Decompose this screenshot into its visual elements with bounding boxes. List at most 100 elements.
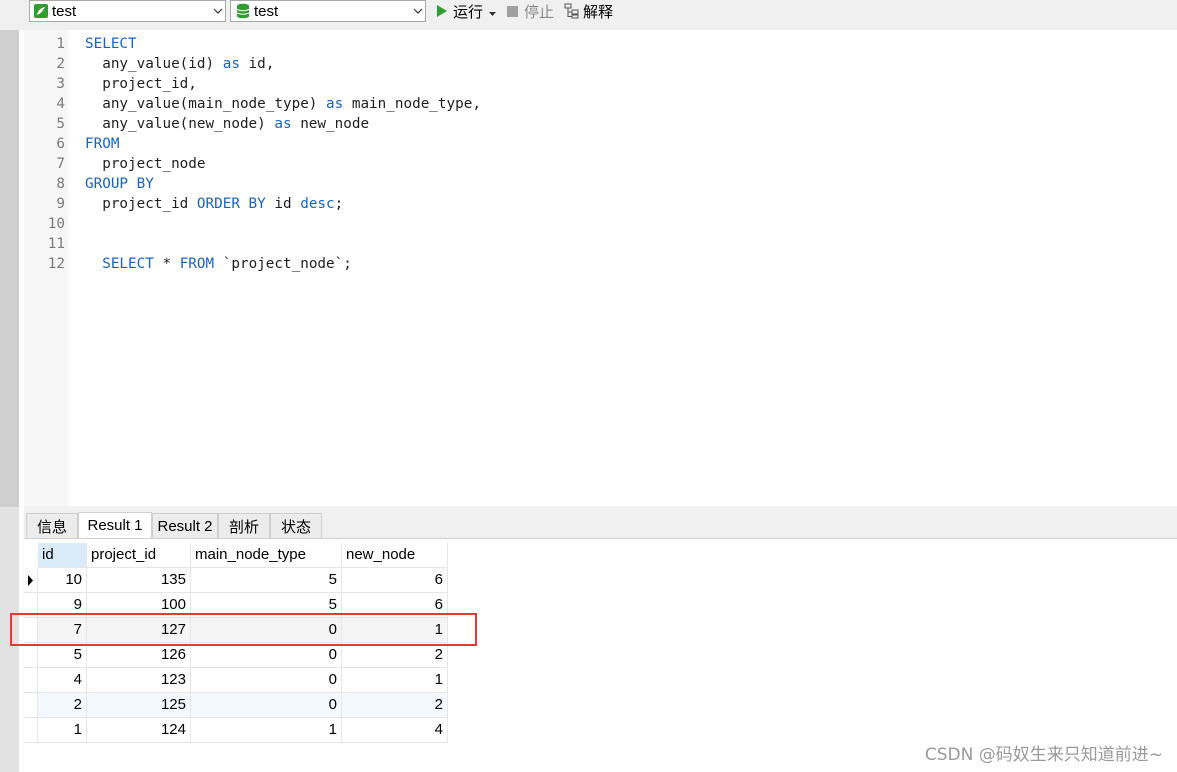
row-indicator[interactable] (24, 568, 38, 593)
line-number: 3 (56, 76, 65, 92)
line-number: 1 (56, 36, 65, 52)
table-cell[interactable]: 2 (342, 693, 448, 718)
table-cell[interactable]: 0 (191, 693, 342, 718)
sql-text: any_value(id) (102, 56, 223, 72)
line-number: 4 (56, 96, 65, 112)
code-text: project_id, (85, 74, 197, 94)
result-tabs: 信息 Result 1 Result 2 剖析 状态 (24, 512, 1177, 539)
line-number: 5 (56, 116, 65, 132)
line-number: 2 (56, 56, 65, 72)
table-cell[interactable]: 5 (191, 568, 342, 593)
tab-1[interactable]: Result 1 (78, 512, 152, 538)
tab-3[interactable]: 剖析 (218, 513, 270, 538)
table-cell[interactable]: 1 (342, 668, 448, 693)
sql-text: ; (334, 196, 344, 212)
stop-button[interactable]: 停止 (507, 0, 554, 22)
sql-text: `project_node`; (214, 256, 352, 272)
sql-keyword: as (222, 56, 240, 72)
table-cell[interactable]: 9 (38, 593, 87, 618)
table-cell[interactable]: 127 (87, 618, 191, 643)
table-cell[interactable]: 135 (87, 568, 191, 593)
sql-keyword: SELECT (102, 256, 154, 272)
line-number: 7 (56, 156, 65, 172)
table-cell[interactable]: 2 (342, 643, 448, 668)
table-cell[interactable]: 123 (87, 668, 191, 693)
left-panel-bar (0, 30, 19, 772)
sql-keyword: as (326, 96, 344, 112)
sql-text: new_node (291, 116, 370, 132)
table-cell[interactable]: 0 (191, 668, 342, 693)
column-header[interactable]: project_id (87, 543, 191, 568)
table-cell[interactable]: 124 (87, 718, 191, 743)
sql-text: id, (239, 56, 275, 72)
table-cell[interactable]: 2 (38, 693, 87, 718)
line-number: 11 (47, 236, 65, 252)
table-cell[interactable]: 7 (38, 618, 87, 643)
database-select[interactable]: test (230, 0, 426, 22)
column-header[interactable]: id (38, 543, 87, 568)
table-cell[interactable]: 6 (342, 568, 448, 593)
table-cell[interactable]: 1 (191, 718, 342, 743)
sql-editor[interactable]: 1 SELECT 2 any_value(id) as id, 3 project_i… (24, 30, 1177, 506)
code-text: any_value(main_node_type) as main_node_t… (85, 94, 481, 114)
sql-text: * (153, 256, 180, 272)
line-number: 12 (47, 256, 65, 272)
table-cell[interactable]: 4 (342, 718, 448, 743)
connection-icon (34, 4, 48, 18)
sql-text: any_value(main_node_type) (102, 96, 327, 112)
run-button[interactable]: 运行 (436, 0, 497, 22)
sql-text: main_node_type, (343, 96, 481, 112)
row-indicator[interactable] (24, 693, 38, 718)
row-indicator[interactable] (24, 718, 38, 743)
line-number: 9 (56, 196, 65, 212)
watermark: CSDN @码奴生来只知道前进~ (924, 745, 1163, 765)
table-cell[interactable]: 1 (342, 618, 448, 643)
line-number: 8 (56, 176, 65, 192)
line-number: 10 (47, 216, 65, 232)
code-text: FROM (85, 134, 119, 154)
table-cell[interactable]: 0 (191, 643, 342, 668)
toolbar: test test 运行 停止 解释 (0, 0, 1177, 30)
row-indicator[interactable] (24, 593, 38, 618)
explain-label: 解释 (583, 3, 614, 21)
database-value: test (254, 2, 279, 20)
tab-2[interactable]: Result 2 (152, 513, 218, 538)
stop-icon (507, 5, 518, 17)
row-indicator[interactable] (24, 668, 38, 693)
tab-0[interactable]: 信息 (26, 513, 78, 538)
connection-select[interactable]: test (29, 0, 226, 22)
row-indicator[interactable] (24, 618, 38, 643)
table-cell[interactable]: 1 (38, 718, 87, 743)
explain-button[interactable]: 解释 (564, 0, 613, 22)
table-cell[interactable]: 4 (38, 668, 87, 693)
sql-keyword: ORDER BY (196, 196, 266, 212)
code-text: any_value(new_node) as new_node (85, 114, 369, 134)
table-cell[interactable]: 0 (191, 618, 342, 643)
table-cell[interactable]: 5 (38, 643, 87, 668)
chevron-down-icon (211, 1, 225, 21)
tab-4[interactable]: 状态 (270, 513, 322, 538)
sql-keyword: SELECT (85, 36, 137, 52)
sql-keyword: GROUP BY (85, 176, 154, 192)
table-cell[interactable]: 10 (38, 568, 87, 593)
table-cell[interactable]: 125 (87, 693, 191, 718)
table-cell[interactable]: 100 (87, 593, 191, 618)
row-indicator[interactable] (24, 643, 38, 668)
table-cell[interactable]: 5 (191, 593, 342, 618)
code-text: SELECT * FROM `project_node`; (85, 254, 352, 274)
sql-text: project_id (102, 196, 197, 212)
database-icon (236, 3, 250, 19)
column-header[interactable]: new_node (342, 543, 448, 568)
explain-icon (564, 3, 580, 19)
run-label: 运行 (453, 3, 484, 21)
line-number: 6 (56, 136, 65, 152)
left-panel-scroll[interactable] (0, 30, 19, 507)
table-cell[interactable]: 126 (87, 643, 191, 668)
column-header[interactable]: main_node_type (191, 543, 342, 568)
table-cell[interactable]: 6 (342, 593, 448, 618)
sql-text: any_value(new_node) (102, 116, 275, 132)
play-icon (436, 4, 448, 18)
caret-down-icon[interactable] (489, 3, 497, 20)
stop-label: 停止 (524, 3, 555, 21)
sql-keyword: FROM (179, 256, 215, 272)
